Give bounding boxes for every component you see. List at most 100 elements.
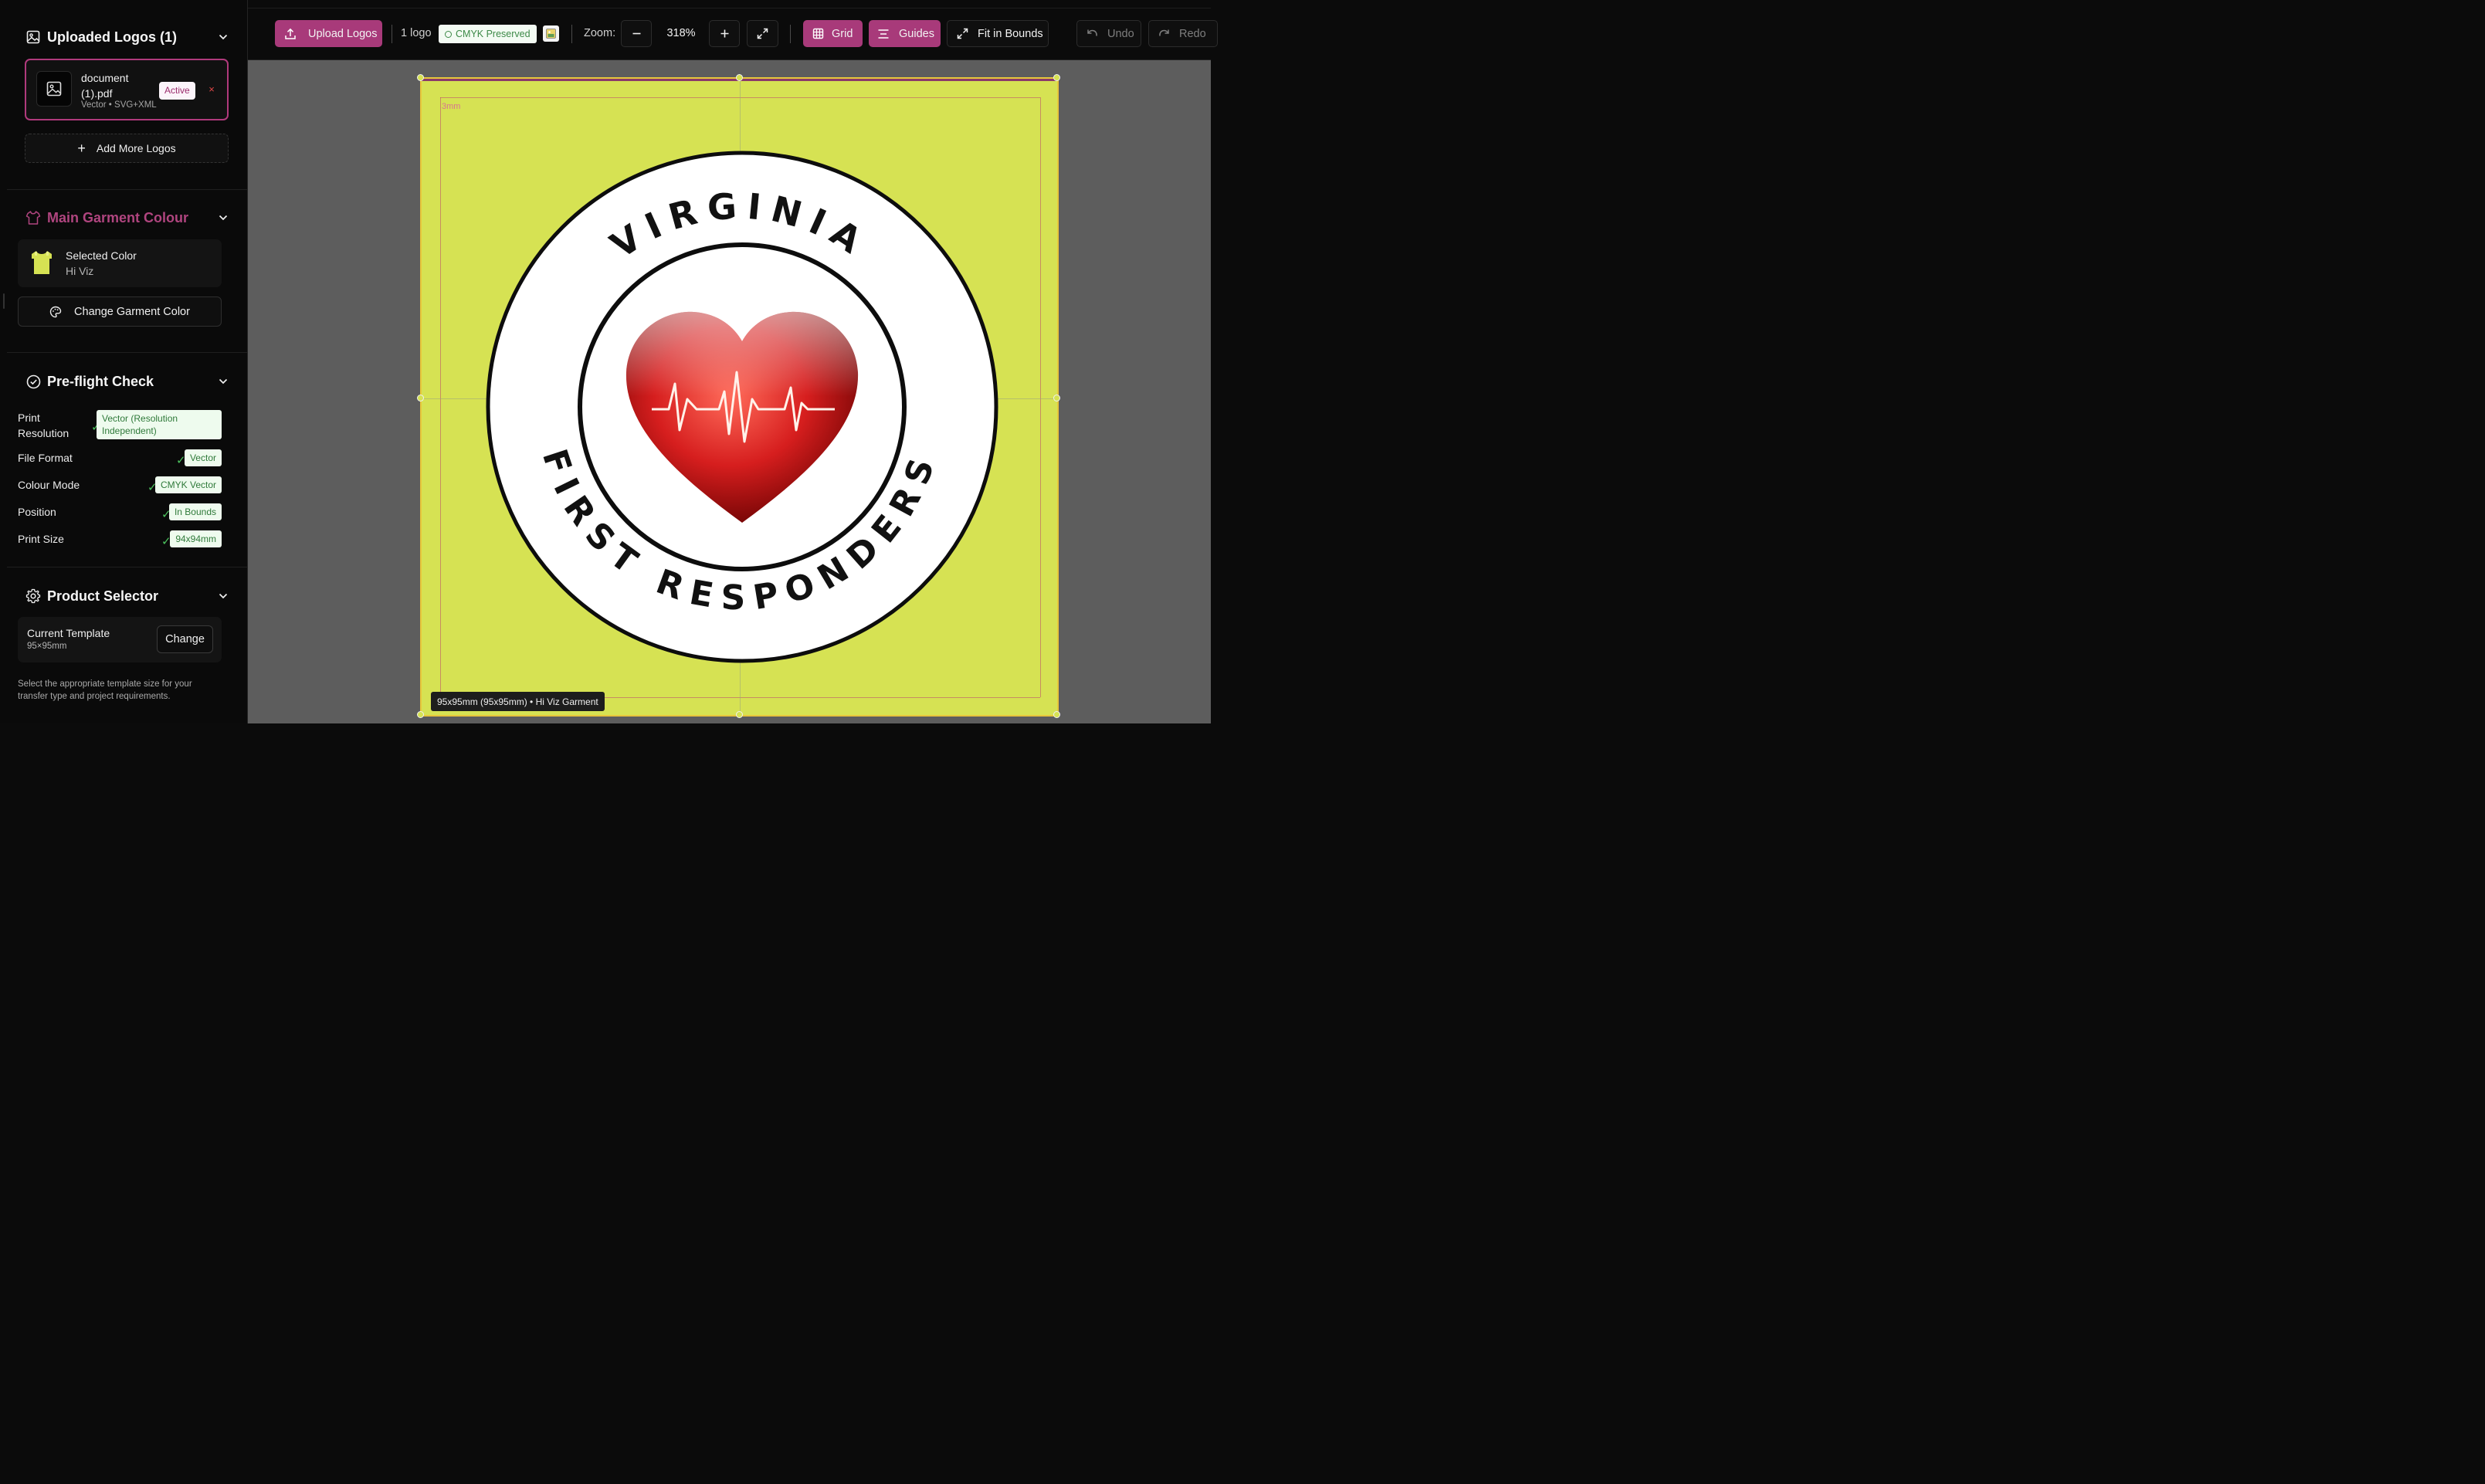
upload-icon	[284, 28, 297, 40]
active-badge: Active	[159, 82, 195, 100]
sidebar: Uploaded Logos (1) document (1).pdf Vect…	[0, 0, 248, 723]
guides-toggle-button[interactable]: Guides	[869, 20, 941, 47]
product-selector-title: Product Selector	[47, 588, 159, 604]
expand-icon	[757, 28, 768, 39]
resize-handle-top[interactable]	[736, 74, 743, 81]
preflight-badge: CMYK Vector	[154, 476, 222, 493]
logo-file-meta: Vector • SVG+XML	[81, 100, 157, 110]
selected-color-label: Selected Color	[66, 249, 137, 262]
logo-thumbnail	[36, 71, 72, 107]
fit-in-bounds-button[interactable]: Fit in Bounds	[947, 20, 1049, 47]
add-more-logos-button[interactable]: + Add More Logos	[25, 134, 229, 163]
cmyk-preserved-label: CMYK Preserved	[456, 29, 531, 39]
undo-icon	[1087, 29, 1098, 39]
zoom-out-button[interactable]	[621, 20, 652, 47]
uploaded-logos-section: Uploaded Logos (1) document (1).pdf Vect…	[7, 0, 247, 190]
add-more-logos-label: Add More Logos	[96, 142, 176, 154]
change-template-button[interactable]: Change	[157, 625, 213, 653]
minus-icon	[632, 29, 642, 39]
shirt-icon	[25, 210, 41, 225]
resize-handle-top-right[interactable]	[1053, 74, 1060, 81]
align-center-icon	[877, 29, 890, 39]
plus-icon	[720, 29, 730, 39]
cmyk-preserved-badge: CMYK Preserved	[439, 25, 537, 43]
artboard-info-label: 95x95mm (95x95mm) • Hi Viz Garment	[431, 692, 605, 711]
zoom-label: Zoom:	[584, 27, 616, 39]
chevron-down-icon[interactable]	[217, 375, 229, 388]
garment-colour-title: Main Garment Colour	[47, 209, 189, 225]
grid-toggle-button[interactable]: Grid	[803, 20, 863, 47]
toolbar-divider	[790, 25, 791, 43]
fullscreen-button[interactable]	[747, 20, 778, 47]
toolbar-divider	[571, 25, 572, 43]
preflight-label: File Format	[18, 452, 73, 464]
toolbar: Upload Logos 1 logo CMYK Preserved Zoom:…	[248, 0, 1218, 60]
chevron-down-icon[interactable]	[217, 212, 229, 224]
resize-handle-bottom[interactable]	[736, 711, 743, 718]
current-template-label: Current Template	[27, 627, 110, 639]
resize-handle-left[interactable]	[417, 395, 424, 401]
current-template-value: 95×95mm	[27, 642, 67, 651]
selected-color-value: Hi Viz	[66, 265, 94, 277]
resize-handle-right[interactable]	[1053, 395, 1060, 401]
undo-button[interactable]: Undo	[1076, 20, 1141, 47]
undo-label: Undo	[1107, 27, 1134, 40]
expand-icon	[957, 28, 968, 39]
chevron-down-icon[interactable]	[217, 31, 229, 43]
check-circle-icon	[445, 30, 452, 38]
garment-colour-header[interactable]: Main Garment Colour	[25, 206, 229, 229]
preflight-header[interactable]: Pre-flight Check	[25, 370, 229, 393]
zoom-value: 318%	[666, 27, 696, 39]
template-help-text: Select the appropriate template size for…	[18, 679, 192, 701]
preflight-row: Print Size ✓ 94x94mm	[18, 530, 222, 549]
resize-handle-bottom-left[interactable]	[417, 711, 424, 718]
uploaded-logos-title: Uploaded Logos (1)	[47, 29, 177, 45]
preflight-badge: In Bounds	[168, 503, 222, 520]
upload-logos-label: Upload Logos	[308, 27, 378, 40]
logo-file-name: document (1).pdf	[81, 72, 129, 100]
uploaded-logo[interactable]: VIRGINIA FIRST RESPONDERS	[422, 79, 1057, 715]
preflight-badge: 94x94mm	[170, 530, 222, 547]
logo-count: 1 logo	[401, 27, 432, 39]
preflight-row: Colour Mode ✓ CMYK Vector	[18, 476, 222, 495]
preflight-row: Print Resolution ✓ Vector (Resolution In…	[18, 410, 222, 441]
preflight-label: Position	[18, 506, 56, 518]
gear-icon	[25, 588, 41, 604]
redo-icon	[1158, 29, 1170, 39]
guides-label: Guides	[899, 27, 934, 40]
upload-logos-button[interactable]: Upload Logos	[275, 20, 382, 47]
image-placeholder-icon	[46, 81, 62, 97]
canvas-area[interactable]: 3mm VIRGINIA FIRST RESPONDERS 95x95mm (9…	[248, 60, 1211, 723]
grid-icon	[812, 28, 824, 39]
current-template-card: Current Template 95×95mm Change	[18, 617, 222, 662]
preflight-label: Print Resolution	[18, 412, 69, 439]
app-root: Uploaded Logos (1) document (1).pdf Vect…	[0, 0, 1218, 723]
change-garment-color-label: Change Garment Color	[74, 305, 190, 318]
zoom-in-button[interactable]	[709, 20, 740, 47]
preflight-badge: Vector	[184, 449, 222, 466]
preflight-label: Colour Mode	[18, 479, 80, 491]
redo-button[interactable]: Redo	[1148, 20, 1218, 47]
preflight-row: File Format ✓ Vector	[18, 449, 222, 468]
artboard[interactable]: 3mm VIRGINIA FIRST RESPONDERS 95x95mm (9…	[417, 74, 1060, 718]
redo-label: Redo	[1179, 27, 1206, 40]
preflight-title: Pre-flight Check	[47, 373, 154, 389]
resize-handle-bottom-right[interactable]	[1053, 711, 1060, 718]
grid-label: Grid	[832, 27, 853, 40]
preflight-row: Position ✓ In Bounds	[18, 503, 222, 522]
resize-handle-top-left[interactable]	[417, 74, 424, 81]
palette-icon	[49, 306, 62, 318]
preflight-badge: Vector (Resolution Independent)	[97, 410, 222, 439]
sidebar-resize-handle[interactable]	[3, 293, 5, 309]
change-garment-color-button[interactable]: Change Garment Color	[18, 296, 222, 327]
uploaded-logos-header[interactable]: Uploaded Logos (1)	[25, 25, 229, 49]
chevron-down-icon[interactable]	[217, 590, 229, 602]
check-circle-icon	[25, 374, 41, 389]
selected-color-card: Selected Color Hi Viz	[18, 239, 222, 287]
logo-file-card[interactable]: document (1).pdf Vector • SVG+XML Active…	[25, 59, 229, 120]
image-preview-icon[interactable]	[543, 25, 559, 42]
fit-in-bounds-label: Fit in Bounds	[978, 27, 1043, 40]
product-selector-header[interactable]: Product Selector	[25, 584, 229, 608]
remove-logo-button[interactable]: ×	[205, 83, 218, 96]
image-icon	[25, 29, 41, 45]
